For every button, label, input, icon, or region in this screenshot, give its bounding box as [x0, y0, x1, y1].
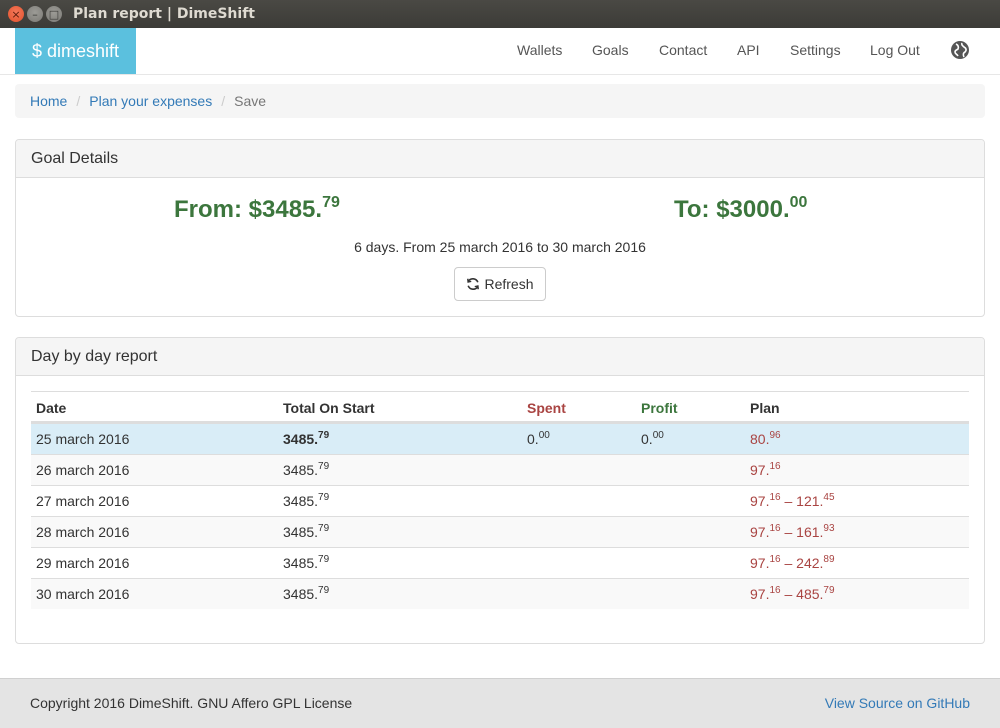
row-plan: 97. 16: [750, 460, 781, 479]
goal-details-heading: Goal Details: [16, 140, 984, 178]
row-plan: 97. 16 – 485. 79: [750, 584, 835, 603]
window-minimize-button[interactable]: –: [27, 6, 43, 22]
window-close-button[interactable]: ×: [8, 6, 24, 22]
row-date: 29 march 2016: [36, 555, 130, 571]
nav-settings[interactable]: Settings: [790, 42, 841, 58]
github-link[interactable]: View Source on GitHub: [825, 695, 970, 711]
refresh-button[interactable]: Refresh: [454, 267, 546, 301]
breadcrumb-separator: /: [76, 93, 81, 109]
row-plan: 97. 16 – 242. 89: [750, 553, 835, 572]
brand-logo[interactable]: $ dimeshift: [15, 28, 136, 74]
window-titlebar: × – □ Plan report | DimeShift: [0, 0, 1000, 28]
col-spent: Spent: [527, 399, 566, 416]
copyright-text: Copyright 2016 DimeShift. GNU Affero GPL…: [30, 695, 353, 711]
nav-contact[interactable]: Contact: [659, 42, 707, 58]
row-total: 3485. 79: [283, 460, 330, 479]
refresh-icon: [467, 278, 480, 290]
footer: Copyright 2016 DimeShift. GNU Affero GPL…: [0, 678, 1000, 728]
day-report-panel: Day by day report Date Total On Start Sp…: [15, 337, 985, 644]
table-row: 25 march 2016 3485. 79 0. 00 0. 00 80. 96: [31, 423, 969, 454]
row-plan: 97. 16 – 121. 45: [750, 491, 835, 510]
report-table: Date Total On Start Spent Profit Plan 25…: [31, 391, 969, 609]
col-profit: Profit: [641, 399, 678, 416]
row-plan: 80. 96: [750, 429, 781, 448]
row-total: 3485. 79: [283, 584, 330, 603]
row-total: 3485. 79: [283, 491, 330, 510]
nav-goals[interactable]: Goals: [592, 42, 629, 58]
breadcrumb-separator: /: [221, 93, 226, 109]
window-title: Plan report | DimeShift: [73, 6, 255, 22]
table-row: 26 march 2016 3485. 79 97. 16: [31, 454, 969, 485]
row-total: 3485. 79: [283, 553, 330, 572]
nav-logout[interactable]: Log Out: [870, 42, 920, 58]
row-date: 27 march 2016: [36, 493, 130, 509]
window-maximize-button[interactable]: □: [46, 6, 62, 22]
table-header: Date Total On Start Spent Profit Plan: [31, 392, 969, 423]
to-amount: To: $3000.00: [674, 194, 808, 223]
nav-wallets[interactable]: Wallets: [517, 42, 562, 58]
breadcrumb-plan-expenses[interactable]: Plan your expenses: [89, 93, 212, 109]
col-total-on-start: Total On Start: [283, 399, 375, 416]
goal-details-panel: Goal Details From: $3485.79 To: $3000.00…: [15, 139, 985, 317]
breadcrumb-home[interactable]: Home: [30, 93, 67, 109]
row-spent: 0. 00: [527, 429, 550, 448]
col-plan: Plan: [750, 399, 780, 416]
row-total: 3485. 79: [283, 522, 330, 541]
nav-api[interactable]: API: [737, 42, 760, 58]
row-date: 25 march 2016: [36, 431, 130, 447]
breadcrumb: Home / Plan your expenses / Save: [15, 84, 985, 118]
row-date: 26 march 2016: [36, 462, 130, 478]
table-row: 29 march 2016 3485. 79 97. 16 – 242. 89: [31, 547, 969, 578]
day-report-heading: Day by day report: [16, 338, 984, 376]
col-date: Date: [36, 399, 67, 416]
row-date: 28 march 2016: [36, 524, 130, 540]
goal-period-text: 6 days. From 25 march 2016 to 30 march 2…: [354, 239, 646, 255]
table-row: 27 march 2016 3485. 79 97. 16 – 121. 45: [31, 485, 969, 516]
row-total: 3485. 79: [283, 429, 330, 448]
navbar: $ dimeshift Wallets Goals Contact API Se…: [0, 28, 1000, 75]
row-date: 30 march 2016: [36, 586, 130, 602]
from-amount: From: $3485.79: [174, 194, 340, 223]
row-plan: 97. 16 – 161. 93: [750, 522, 835, 541]
table-row: 28 march 2016 3485. 79 97. 16 – 161. 93: [31, 516, 969, 547]
row-profit: 0. 00: [641, 429, 664, 448]
table-row: 30 march 2016 3485. 79 97. 16 – 485. 79: [31, 578, 969, 609]
globe-icon[interactable]: [950, 40, 970, 60]
breadcrumb-active: Save: [234, 93, 267, 109]
